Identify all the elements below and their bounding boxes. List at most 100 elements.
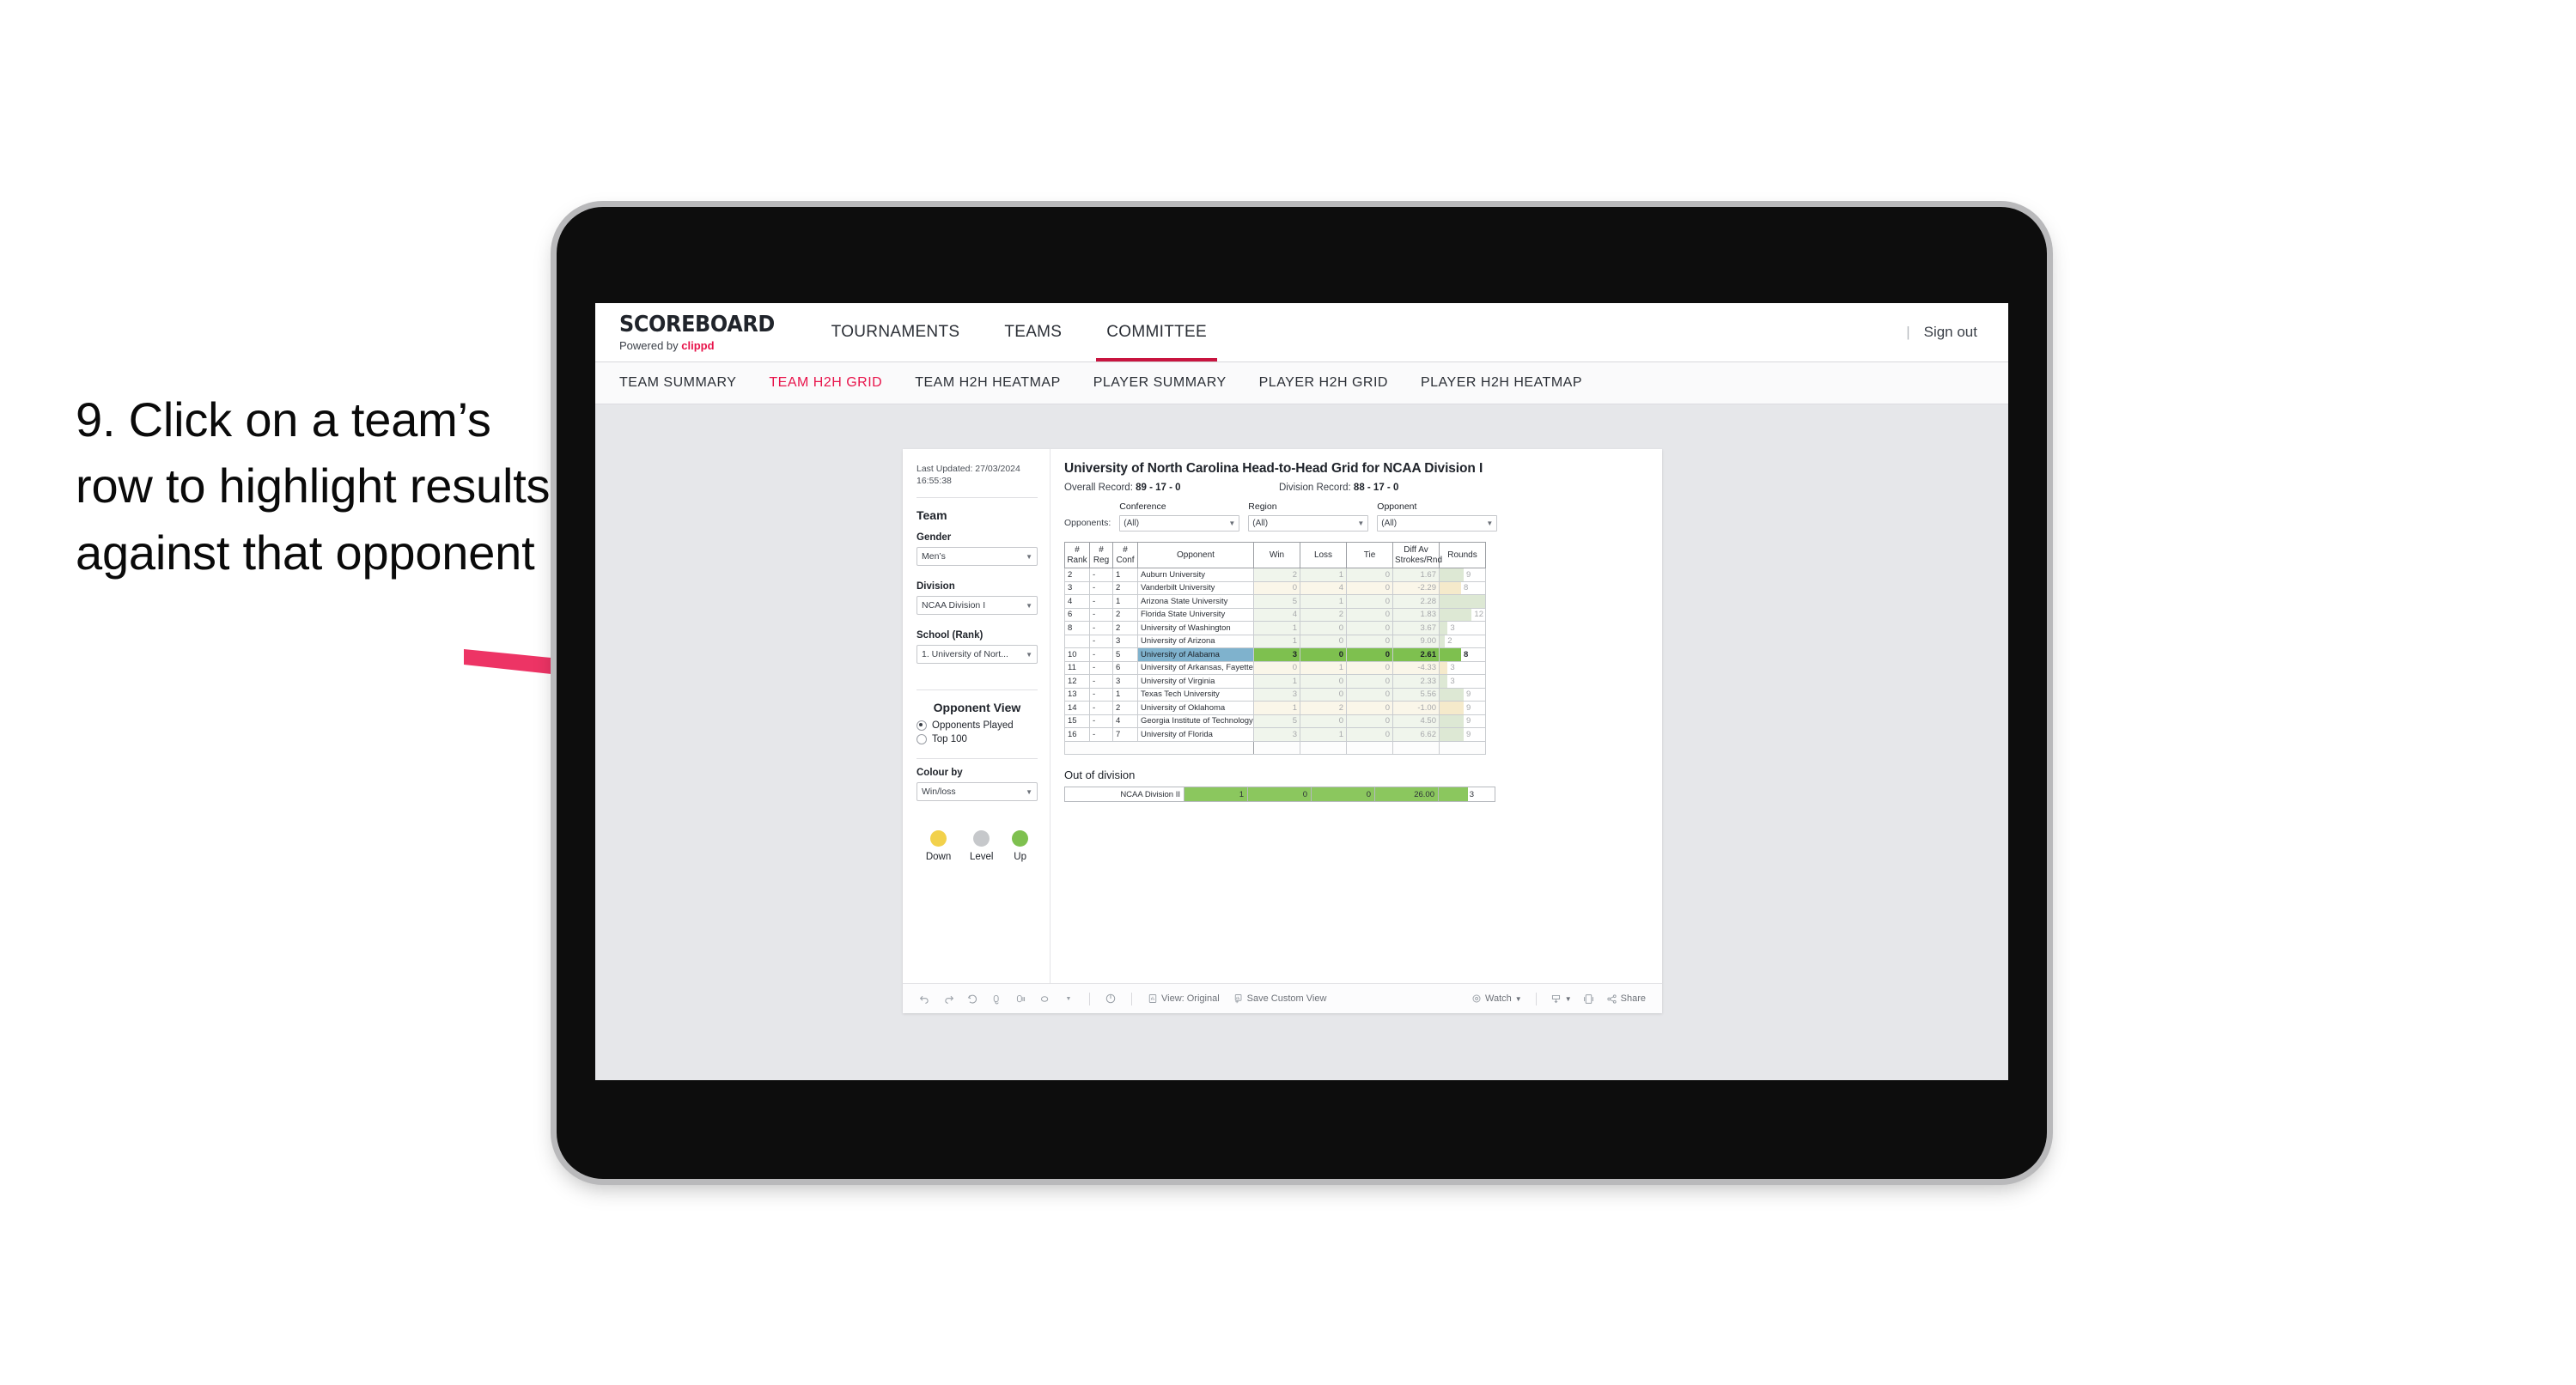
table-row[interactable]: 8-2 University of Washington 1 0 0 3.67 3 — [1064, 621, 1486, 635]
chevron-down-icon: ▼ — [1026, 552, 1032, 561]
colour-by-select[interactable]: Win/loss ▼ — [917, 782, 1038, 802]
cell-rounds: 9 — [1439, 701, 1486, 715]
radio-icon — [917, 734, 927, 745]
table-row[interactable]: 6-2 Florida State University 4 2 0 1.83 12 — [1064, 607, 1486, 622]
save-custom-view-button[interactable]: Save Custom View — [1229, 993, 1331, 1004]
pause-playback-icon[interactable] — [1101, 989, 1120, 1008]
col-conf-l1: # — [1123, 545, 1128, 555]
table-row[interactable]: 2-1 Auburn University 2 1 0 1.67 9 — [1064, 568, 1486, 582]
col-tie[interactable]: Tie — [1346, 542, 1393, 568]
tab-team-h2h-grid[interactable]: TEAM H2H GRID — [769, 375, 882, 391]
cell-win: 5 — [1253, 714, 1300, 728]
cell-conf: 7 — [1112, 727, 1138, 742]
division-record-value: 88 - 17 - 0 — [1353, 483, 1399, 493]
divider — [917, 497, 1038, 499]
table-row[interactable]: 11-6University of Arkansas, Fayetteville… — [1064, 660, 1486, 675]
cell-reg: - — [1089, 660, 1113, 675]
gender-value: Men’s — [922, 551, 946, 562]
pause-icon[interactable] — [1011, 989, 1030, 1008]
fullscreen-icon[interactable] — [1580, 989, 1599, 1008]
cell-tie: 0 — [1346, 594, 1393, 609]
conference-filter-select[interactable]: (All) ▼ — [1119, 515, 1240, 532]
cell-win: 3 — [1253, 647, 1300, 662]
table-row[interactable]: NCAA Division II 1 0 0 26.00 3 — [1064, 787, 1495, 802]
cell-rank: 6 — [1064, 607, 1090, 622]
col-reg[interactable]: # Reg — [1089, 542, 1113, 568]
rounds-value: 9 — [1466, 569, 1471, 580]
table-row[interactable]: 12-3 University of Virginia 1 0 0 2.33 3 — [1064, 674, 1486, 689]
table-row[interactable]: 3-2 Vanderbilt University 0 4 0 -2.29 8 — [1064, 580, 1486, 595]
radio-top-100[interactable]: Top 100 — [917, 734, 1038, 745]
redo-arrow-icon[interactable] — [1035, 989, 1054, 1008]
table-row[interactable]: 14-2 University of Oklahoma 1 2 0 -1.00 9 — [1064, 701, 1486, 715]
table-row[interactable]: 13-1 Texas Tech University 3 0 0 5.56 9 — [1064, 687, 1486, 702]
last-updated-text: Last Updated: 27/03/2024 16:55:38 — [917, 464, 1020, 487]
rounds-value: 2 — [1447, 636, 1452, 647]
tab-team-summary[interactable]: TEAM SUMMARY — [619, 375, 736, 391]
tab-player-summary[interactable]: PLAYER SUMMARY — [1093, 375, 1227, 391]
nav-committee[interactable]: COMMITTEE — [1084, 303, 1229, 361]
gender-select[interactable]: Men’s ▼ — [917, 547, 1038, 567]
colour-by-label: Colour by — [917, 768, 963, 779]
col-loss[interactable]: Loss — [1300, 542, 1347, 568]
nav-tournaments[interactable]: TOURNAMENTS — [809, 303, 983, 361]
cell-tie: 0 — [1346, 727, 1393, 742]
opponent-filter-label: Opponent — [1377, 501, 1417, 512]
cell-diff: 6.62 — [1392, 727, 1440, 742]
visualization-container: Last Updated: 27/03/2024 16:55:38 Team G… — [903, 449, 1662, 1013]
col-win[interactable]: Win — [1253, 542, 1300, 568]
legend-level: Level — [970, 830, 993, 862]
col-opponent[interactable]: Opponent — [1137, 542, 1254, 568]
table-row[interactable]: 4-1Arizona State University5102.2817 — [1064, 594, 1486, 609]
division-label: Division — [917, 581, 955, 592]
brand-title: SCOREBOARD — [619, 311, 775, 337]
cell-win: 1 — [1253, 674, 1300, 689]
cell-reg: - — [1089, 634, 1113, 648]
col-diff-av-strokes[interactable]: Diff Av Strokes/Rnd — [1392, 542, 1442, 568]
radio-opponents-played-label: Opponents Played — [932, 720, 1014, 732]
school-rank-select[interactable]: 1. University of Nort... ▼ — [917, 645, 1038, 665]
brand-sub-prefix: Powered by — [619, 338, 682, 352]
share-button[interactable]: Share — [1602, 993, 1650, 1005]
tab-team-h2h-heatmap[interactable]: TEAM H2H HEATMAP — [915, 375, 1061, 391]
revert-icon[interactable] — [963, 989, 982, 1008]
col-reg-l2: Reg — [1093, 555, 1110, 565]
table-row[interactable]: 16-7 University of Florida 3 1 0 6.62 9 — [1064, 727, 1486, 742]
cell-opponent: Arizona State University — [1137, 594, 1254, 609]
radio-opponents-played[interactable]: Opponents Played — [917, 720, 1038, 732]
opponent-filter-select[interactable]: (All) ▼ — [1377, 515, 1498, 532]
download-button[interactable]: ▼ — [1546, 993, 1576, 1005]
region-filter-select[interactable]: (All) ▼ — [1248, 515, 1369, 532]
table-row[interactable]: 15-4 Georgia Institute of Technology 5 0 0 4.… — [1064, 714, 1486, 728]
redo-icon[interactable] — [939, 989, 958, 1008]
rounds-bar — [1440, 675, 1448, 688]
cell-reg: - — [1089, 687, 1113, 702]
cell-conf: 1 — [1112, 687, 1138, 702]
col-rank[interactable]: # Rank — [1064, 542, 1090, 568]
brand-logo: SCOREBOARD Powered by clippd — [595, 303, 809, 361]
table-row[interactable]: -3 University of Arizona 1 0 0 9.00 2 — [1064, 634, 1486, 648]
gender-label: Gender — [917, 532, 952, 544]
nav-teams[interactable]: TEAMS — [982, 303, 1084, 361]
cell-conf: 5 — [1112, 647, 1138, 662]
refresh-icon[interactable] — [987, 989, 1006, 1008]
view-original-button[interactable]: View: Original — [1143, 993, 1224, 1004]
cell-loss: 1 — [1300, 594, 1347, 609]
overall-record: Overall Record: 89 - 17 - 0 — [1064, 483, 1279, 493]
division-record: Division Record: 88 - 17 - 0 — [1279, 483, 1398, 493]
out-of-division-title: Out of division — [1064, 768, 1136, 781]
watch-button[interactable]: Watch ▼ — [1467, 993, 1526, 1004]
division-select[interactable]: NCAA Division I ▼ — [917, 596, 1038, 616]
tab-player-h2h-heatmap[interactable]: PLAYER H2H HEATMAP — [1421, 375, 1582, 391]
rounds-value: 3 — [1450, 623, 1455, 633]
table-row[interactable]: 10-5 University of Alabama 3 0 0 2.61 8 — [1064, 647, 1486, 662]
tab-player-h2h-grid[interactable]: PLAYER H2H GRID — [1259, 375, 1388, 391]
col-rounds[interactable]: Rounds — [1439, 542, 1486, 568]
cell-rounds: 2 — [1439, 634, 1486, 648]
legend-up-label: Up — [1014, 852, 1026, 863]
undo-icon[interactable] — [915, 989, 934, 1008]
col-conf[interactable]: # Conf — [1112, 542, 1138, 568]
chevron-down-icon: ▼ — [1026, 787, 1032, 796]
chevron-down-icon[interactable]: ▼ — [1059, 989, 1078, 1008]
sign-out-link[interactable]: Sign out — [1924, 324, 1977, 341]
